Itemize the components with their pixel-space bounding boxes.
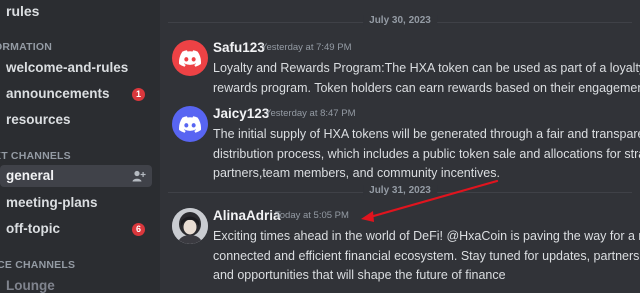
discord-logo-icon [179,49,201,67]
channel-announcements[interactable]: announcements 1 [0,83,160,105]
channel-welcome-and-rules[interactable]: welcome-and-rules [0,57,160,79]
channel-label: announcements [6,86,110,101]
avatar[interactable] [172,208,208,244]
channel-label: welcome-and-rules [6,60,129,75]
message-line: and opportunities that will shape the fu… [213,268,506,282]
user-portrait-icon [172,208,208,244]
message-content: Loyalty and Rewards Program:The HXA toke… [213,59,640,98]
message-content: The initial supply of HXA tokens will be… [213,125,640,184]
avatar[interactable] [172,106,208,142]
channel-off-topic[interactable]: off-topic 6 [0,218,160,240]
message-line: connected and efficient financial ecosys… [213,248,640,263]
category-label: ICE CHANNELS [0,259,76,271]
unread-badge: 1 [132,88,145,101]
channel-label: Lounge [6,278,55,293]
avatar[interactable] [172,40,208,76]
channel-meeting-plans[interactable]: meeting-plans [0,192,160,214]
message-line: distribution process, which includes a p… [213,146,640,161]
date-divider-label: July 30, 2023 [363,15,437,26]
unread-badge: 6 [132,223,145,236]
date-divider-label: July 31, 2023 [363,185,437,196]
category-label: XT CHANNELS [0,150,71,162]
date-divider: July 30, 2023 [168,15,632,26]
message-line: partners,team members, and community inc… [213,166,500,180]
message-timestamp: Today at 5:05 PM [275,210,349,221]
author-name[interactable]: Safu123 [213,40,265,55]
channel-label: rules [6,3,40,19]
message-timestamp: Yesterday at 8:47 PM [265,108,356,119]
category-text-channels[interactable]: XT CHANNELS [0,150,160,162]
add-member-icon[interactable] [132,170,146,182]
channel-label: meeting-plans [6,195,98,210]
message-line: rewards program. Token holders can earn … [213,80,640,95]
author-name[interactable]: AlinaAdria [213,208,281,223]
channel-general[interactable]: general [0,165,152,187]
author-name[interactable]: Jaicy123 [213,106,269,121]
channel-label: off-topic [6,221,60,236]
message-line: Loyalty and Rewards Program:The HXA toke… [213,61,640,75]
date-divider: July 31, 2023 [168,185,632,196]
category-voice-channels[interactable]: ICE CHANNELS [0,259,160,271]
channel-label: resources [6,112,71,127]
message-timestamp: Yesterday at 7:49 PM [261,42,352,53]
message-content: Exciting times ahead in the world of DeF… [213,227,640,286]
channel-lounge[interactable]: Lounge [0,275,160,293]
message-line: The initial supply of HXA tokens will be… [213,127,640,141]
channel-sidebar: rules ORMATION welcome-and-rules announc… [0,0,160,293]
message-list: July 30, 2023 Safu123 Yesterday at 7:49 … [160,0,640,293]
category-information[interactable]: ORMATION [0,41,160,53]
category-label: ORMATION [0,41,52,53]
channel-resources[interactable]: resources [0,109,160,131]
message-line: Exciting times ahead in the world of DeF… [213,229,640,243]
channel-label: general [6,168,55,183]
discord-logo-icon [179,115,201,133]
channel-rules[interactable]: rules [6,3,160,19]
